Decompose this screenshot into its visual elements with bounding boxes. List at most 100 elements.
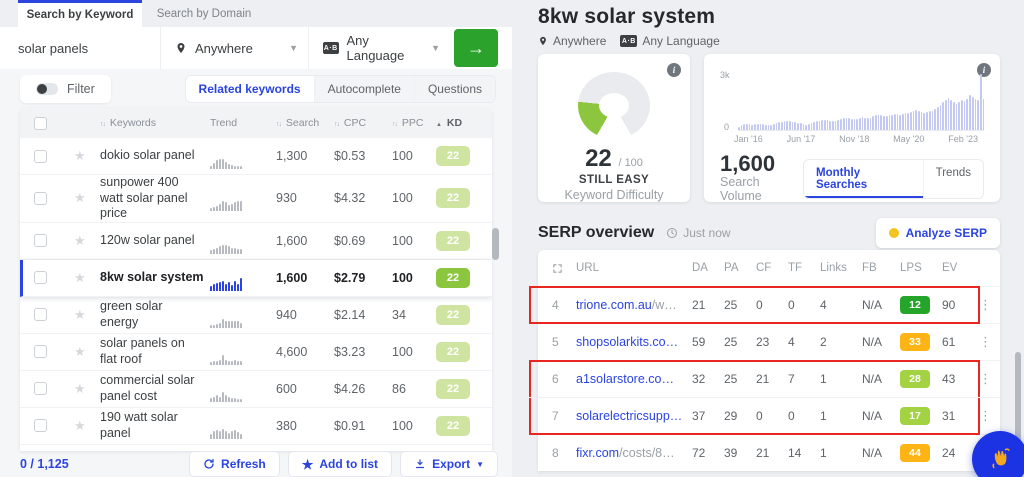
location-select[interactable]: Anywhere ▼: [160, 27, 308, 69]
row-checkbox[interactable]: [34, 345, 47, 359]
row-checkbox[interactable]: [34, 234, 47, 248]
col-ev[interactable]: EV: [942, 262, 976, 274]
keyword-cell[interactable]: green solar energy: [100, 299, 210, 330]
refresh-button[interactable]: Refresh: [189, 451, 280, 477]
favorite-star-icon[interactable]: ★: [74, 148, 100, 164]
kd-badge[interactable]: 22: [436, 230, 470, 251]
col-tf[interactable]: TF: [788, 262, 820, 274]
row-checkbox[interactable]: [34, 419, 47, 433]
kd-badge[interactable]: 22: [436, 415, 470, 436]
language-icon: A·B: [620, 35, 638, 47]
col-cpc[interactable]: ↑↓ CPC: [334, 117, 392, 129]
keyword-row[interactable]: ★ 8kw solar system 1,600 $2.79 100 22: [20, 259, 492, 297]
monthly-searches-chart: 3k 0 Jan '16 Jun '17 Nov '18 May '20 Feb '23: [720, 68, 985, 144]
kd-badge[interactable]: 22: [436, 304, 470, 325]
favorite-star-icon[interactable]: ★: [74, 233, 100, 249]
url-link[interactable]: shopsolarkits.co…: [576, 335, 678, 349]
keyword-input[interactable]: solar panels: [0, 27, 160, 69]
keyword-cell[interactable]: solar panels on flat roof: [100, 336, 210, 367]
tab-monthly-searches[interactable]: Monthly Searches: [804, 160, 923, 199]
search-submit-button[interactable]: →: [454, 29, 498, 67]
expand-icon[interactable]: [552, 263, 576, 274]
keyword-row[interactable]: ★ green solar energy 940 $2.14 34 22: [20, 296, 492, 334]
row-checkbox[interactable]: [34, 191, 47, 205]
analyze-serp-button[interactable]: Analyze SERP: [875, 218, 1000, 248]
favorite-star-icon[interactable]: ★: [74, 307, 100, 323]
col-search[interactable]: ↑↓ Search: [276, 117, 334, 129]
row-checkbox[interactable]: [34, 149, 47, 163]
col-cf[interactable]: CF: [756, 262, 788, 274]
sort-icon: ↑↓: [392, 121, 398, 128]
favorite-star-icon[interactable]: ★: [74, 270, 100, 286]
keyword-cell[interactable]: dokio solar panel: [100, 148, 210, 164]
keyword-cell[interactable]: 190 watt solar panel: [100, 410, 210, 441]
filter-toggle[interactable]: Filter: [20, 75, 111, 103]
keyword-row[interactable]: ★ dokio solar panel 1,300 $0.53 100 22: [20, 138, 492, 175]
info-icon[interactable]: i: [667, 63, 681, 77]
favorite-star-icon[interactable]: ★: [74, 190, 100, 206]
pa-cell: 29: [724, 409, 738, 423]
add-to-list-button[interactable]: ★ Add to list: [287, 451, 393, 477]
col-links[interactable]: Links: [820, 262, 862, 274]
row-checkbox[interactable]: [34, 308, 47, 322]
keyword-cell[interactable]: 8kw solar system: [100, 270, 210, 286]
keyword-meta: Anywhere A·B Any Language: [538, 34, 1024, 48]
col-keywords[interactable]: ↑↓ Keywords: [100, 117, 210, 129]
tab-search-by-domain[interactable]: Search by Domain: [142, 0, 266, 27]
links-cell: 2: [820, 335, 827, 349]
col-ppc[interactable]: ↑↓ PPC: [392, 117, 436, 129]
language-select[interactable]: A·B Any Language ▼: [308, 27, 450, 69]
tab-search-by-keyword[interactable]: Search by Keyword: [18, 0, 142, 27]
row-menu-icon[interactable]: ⋮: [979, 297, 994, 313]
keyword-row[interactable]: ★ sunpower 400 watt solar panel price 930 $…: [20, 175, 492, 223]
keyword-cell[interactable]: commercial solar panel cost: [100, 373, 210, 404]
kd-badge[interactable]: 22: [436, 378, 470, 399]
cpc-cell: $0.53: [334, 149, 366, 163]
col-pa[interactable]: PA: [724, 262, 756, 274]
lps-badge: 17: [900, 407, 930, 425]
col-url[interactable]: URL: [576, 262, 692, 274]
tab-trends[interactable]: Trends: [922, 160, 983, 199]
col-lps[interactable]: LPS: [900, 262, 942, 274]
keyword-row[interactable]: ★ 120w solar panel 1,600 $0.69 100 22: [20, 222, 492, 260]
url-link[interactable]: trione.com.au: [576, 298, 652, 312]
row-menu-icon[interactable]: ⋮: [979, 371, 994, 387]
keyword-cell[interactable]: sunpower 400 watt solar panel price: [100, 175, 210, 222]
url-link[interactable]: fixr.com: [576, 446, 619, 460]
kd-badge[interactable]: 22: [436, 188, 470, 209]
kd-badge[interactable]: 22: [436, 146, 470, 166]
tab-related-keywords[interactable]: Related keywords: [185, 76, 314, 102]
tab-autocomplete[interactable]: Autocomplete: [313, 76, 414, 102]
row-menu-icon[interactable]: ⋮: [979, 334, 994, 350]
ppc-cell: 100: [392, 418, 413, 433]
keyword-row[interactable]: ★ commercial solar panel cost 600 $4.26 86 22: [20, 370, 492, 408]
serp-row[interactable]: 4 trione.com.au/w… 21 25 0 0 4 N/A 12 90 ⋮: [529, 286, 1000, 324]
col-da[interactable]: DA: [692, 262, 724, 274]
keyword-cell[interactable]: 120w solar panel: [100, 233, 210, 249]
export-button[interactable]: Export ▼: [400, 451, 498, 477]
tab-questions[interactable]: Questions: [413, 76, 495, 102]
row-menu-icon[interactable]: ⋮: [979, 408, 994, 424]
col-fb[interactable]: FB: [862, 262, 900, 274]
kd-badge[interactable]: 22: [436, 267, 470, 288]
keyword-row[interactable]: ★ 190 watt solar panel 380 $0.91 100 22: [20, 407, 492, 445]
favorite-star-icon[interactable]: ★: [74, 418, 100, 434]
row-checkbox[interactable]: [34, 382, 47, 396]
url-link[interactable]: a1solarstore.co…: [576, 372, 674, 386]
cpc-cell: $3.23: [334, 344, 366, 359]
chat-widget-button[interactable]: [972, 431, 1024, 477]
left-scrollbar-thumb[interactable]: [492, 228, 499, 260]
serp-row[interactable]: 5 shopsolarkits.co… 59 25 23 4 2 N/A 33 61 ⋮: [538, 323, 1000, 360]
serp-row[interactable]: 7 solarelectricsupp… 37 29 0 0 1 N/A 17 31 ⋮: [529, 397, 1000, 435]
col-kd[interactable]: ▲ KD: [436, 117, 492, 129]
serp-row[interactable]: 8fixr.com/costs/8…723921141N/A4424⋮: [538, 434, 1000, 471]
row-checkbox[interactable]: [34, 271, 47, 285]
favorite-star-icon[interactable]: ★: [74, 344, 100, 360]
favorite-star-icon[interactable]: ★: [74, 381, 100, 397]
serp-row[interactable]: 6 a1solarstore.co… 32 25 21 7 1 N/A 28 43 ⋮: [529, 360, 1000, 397]
kd-badge[interactable]: 22: [436, 341, 470, 362]
select-all-checkbox[interactable]: [34, 116, 47, 130]
toggle-switch-icon[interactable]: [36, 83, 58, 95]
url-link[interactable]: solarelectricsupp…: [576, 409, 682, 423]
keyword-row[interactable]: ★ solar panels on flat roof 4,600 $3.23 100 2…: [20, 333, 492, 371]
